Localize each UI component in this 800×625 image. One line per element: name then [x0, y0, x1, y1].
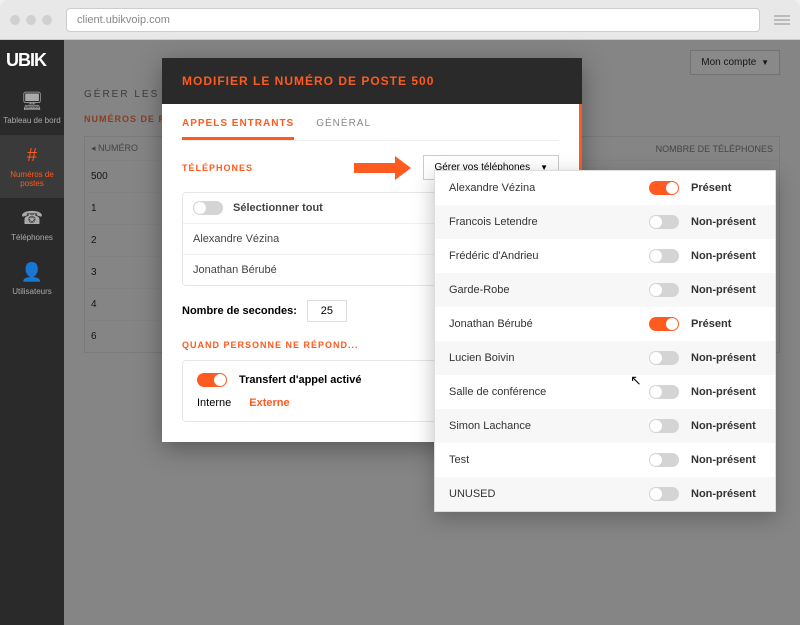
presence-toggle[interactable] — [649, 385, 679, 399]
presence-toggle[interactable] — [649, 283, 679, 297]
browser-menu-icon[interactable] — [774, 15, 790, 25]
modal-tabs: APPELS ENTRANTS GÉNÉRAL — [182, 118, 559, 141]
transfer-internal[interactable]: Interne — [197, 397, 231, 409]
call-transfer-toggle[interactable] — [197, 373, 227, 387]
sidebar-item-label: Téléphones — [11, 233, 53, 242]
presence-status: Non-présent — [691, 352, 761, 364]
presence-status: Non-présent — [691, 454, 761, 466]
dropdown-row[interactable]: Salle de conférence Non-présent — [435, 375, 775, 409]
user-icon: 👤 — [2, 262, 62, 283]
presence-toggle[interactable] — [649, 317, 679, 331]
sidebar-item-label: Utilisateurs — [12, 287, 52, 296]
phone-icon: ☎ — [2, 208, 62, 229]
callout-arrow-icon — [354, 156, 423, 180]
sidebar-item-label: Tableau de bord — [3, 116, 60, 125]
presence-toggle[interactable] — [649, 419, 679, 433]
dropdown-name: Lucien Boivin — [449, 352, 637, 364]
call-transfer-label: Transfert d'appel activé — [239, 374, 361, 386]
dropdown-name: Salle de conférence — [449, 386, 637, 398]
dropdown-row[interactable]: Test Non-présent — [435, 443, 775, 477]
presence-status: Non-présent — [691, 386, 761, 398]
sidebar-item-label: Numéros de postes — [10, 170, 54, 188]
presence-toggle[interactable] — [649, 181, 679, 195]
hash-icon: # — [2, 145, 62, 166]
presence-status: Présent — [691, 182, 761, 194]
transfer-external[interactable]: Externe — [249, 397, 289, 409]
dropdown-row[interactable]: Simon Lachance Non-présent — [435, 409, 775, 443]
presence-toggle[interactable] — [649, 453, 679, 467]
sidebar-item-phones[interactable]: ☎ Téléphones — [0, 198, 64, 252]
dropdown-row[interactable]: Francois Letendre Non-présent — [435, 205, 775, 239]
dropdown-name: Jonathan Bérubé — [449, 318, 637, 330]
seconds-label: Nombre de secondes: — [182, 305, 297, 317]
presence-toggle[interactable] — [649, 351, 679, 365]
dropdown-row[interactable]: UNUSED Non-présent — [435, 477, 775, 511]
phone-name: Alexandre Vézina — [193, 233, 279, 245]
presence-toggle[interactable] — [649, 249, 679, 263]
dropdown-name: Test — [449, 454, 637, 466]
chrome-dot — [26, 15, 36, 25]
tab-general[interactable]: GÉNÉRAL — [316, 118, 371, 140]
chrome-dot — [10, 15, 20, 25]
dropdown-name: Frédéric d'Andrieu — [449, 250, 637, 262]
dropdown-row[interactable]: Lucien Boivin Non-présent — [435, 341, 775, 375]
tab-incoming-calls[interactable]: APPELS ENTRANTS — [182, 118, 294, 140]
sidebar: UBIK 🖥 Tableau de bord # Numéros de post… — [0, 40, 64, 625]
dropdown-row[interactable]: Garde-Robe Non-présent — [435, 273, 775, 307]
dropdown-row[interactable]: Frédéric d'Andrieu Non-présent — [435, 239, 775, 273]
browser-chrome: client.ubikvoip.com — [0, 0, 800, 40]
sidebar-item-extensions[interactable]: # Numéros de postes — [0, 135, 64, 198]
brand-logo: UBIK — [0, 40, 64, 81]
select-all-label: Sélectionner tout — [233, 202, 323, 214]
phones-section-label: TÉLÉPHONES — [182, 163, 253, 173]
presence-status: Non-présent — [691, 284, 761, 296]
select-all-toggle[interactable] — [193, 201, 223, 215]
presence-status: Présent — [691, 318, 761, 330]
chrome-dot — [42, 15, 52, 25]
dropdown-name: Simon Lachance — [449, 420, 637, 432]
presence-toggle[interactable] — [649, 215, 679, 229]
dropdown-name: Garde-Robe — [449, 284, 637, 296]
url-bar[interactable]: client.ubikvoip.com — [66, 8, 760, 32]
presence-status: Non-présent — [691, 250, 761, 262]
phone-name: Jonathan Bérubé — [193, 264, 277, 276]
sidebar-item-dashboard[interactable]: 🖥 Tableau de bord — [0, 81, 64, 135]
seconds-input[interactable] — [307, 300, 347, 322]
monitor-icon: 🖥 — [2, 91, 62, 112]
presence-status: Non-présent — [691, 420, 761, 432]
presence-toggle[interactable] — [649, 487, 679, 501]
presence-status: Non-présent — [691, 216, 761, 228]
modal-title: MODIFIER LE NUMÉRO DE POSTE 500 — [162, 58, 582, 104]
presence-status: Non-présent — [691, 488, 761, 500]
dropdown-name: Alexandre Vézina — [449, 182, 637, 194]
dropdown-row[interactable]: Alexandre Vézina Présent — [435, 171, 775, 205]
phones-dropdown: Alexandre Vézina Présent Francois Letendre… — [434, 170, 776, 512]
dropdown-name: UNUSED — [449, 488, 637, 500]
sidebar-item-users[interactable]: 👤 Utilisateurs — [0, 252, 64, 306]
dropdown-row[interactable]: Jonathan Bérubé Présent — [435, 307, 775, 341]
dropdown-name: Francois Letendre — [449, 216, 637, 228]
